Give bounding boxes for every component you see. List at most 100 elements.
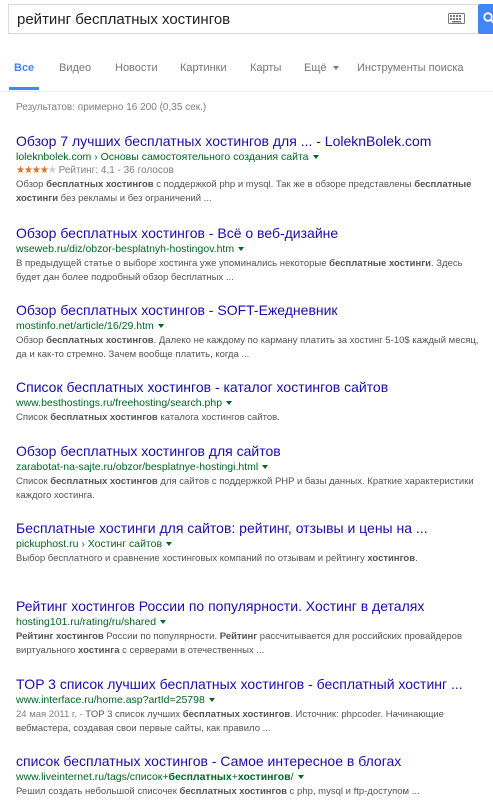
result-title[interactable]: список бесплатных хостингов - Самое инте…	[16, 753, 486, 770]
snippet-text: .	[415, 553, 418, 564]
result-title[interactable]: Обзор бесплатных хостингов для сайтов	[16, 443, 486, 460]
search-result: Бесплатные хостинги для сайтов: рейтинг,…	[16, 520, 486, 566]
snippet-text: Решил создать небольшой списочек	[16, 786, 180, 797]
result-url-text: loleknbolek.com › Основы самостоятельног…	[16, 151, 309, 163]
snippet-text: с серверами в отечественных ...	[119, 645, 265, 656]
search-result: список бесплатных хостингов - Самое инте…	[16, 753, 486, 799]
result-url-text: www.interface.ru/home.asp?artId=25798	[16, 694, 205, 706]
result-title[interactable]: Список бесплатных хостингов - каталог хо…	[16, 379, 486, 396]
snippet-text: В предыдущей статье о выборе хостинга уж…	[16, 258, 330, 269]
result-rating: ★★★★★ Рейтинг: 4,1 - 36 голосов	[16, 164, 486, 177]
search-result: Рейтинг хостингов России по популярности…	[16, 598, 486, 658]
result-url: zarabotat-na-sajte.ru/obzor/besplatnye-h…	[16, 461, 486, 474]
snippet-text: с поддержкой php и mysql. Так же в обзор…	[153, 179, 415, 190]
tab-more[interactable]: Ещё	[304, 62, 339, 74]
search-button[interactable]	[478, 4, 493, 34]
highlighted-term: бесплатных	[168, 771, 232, 783]
chevron-down-icon[interactable]	[238, 247, 245, 252]
result-snippet: Список бесплатных хостингов каталога хос…	[16, 411, 486, 425]
result-title[interactable]: Обзор 7 лучших бесплатных хостингов для …	[16, 133, 486, 150]
highlighted-term: бесплатных хостингов	[50, 476, 158, 487]
snippet-text: Список	[16, 412, 51, 423]
highlighted-term: хостингов	[367, 553, 416, 564]
result-snippet: Обзор бесплатных хостингов с поддержкой …	[16, 178, 486, 206]
result-snippet: В предыдущей статье о выборе хостинга уж…	[16, 257, 486, 285]
chevron-down-icon[interactable]	[208, 698, 215, 703]
snippet-text: без рекламы и без ограничений ...	[58, 193, 212, 204]
search-result: Обзор 7 лучших бесплатных хостингов для …	[16, 133, 486, 206]
result-url-text: zarabotat-na-sajte.ru/obzor/besplatnye-h…	[16, 461, 259, 473]
tab-all[interactable]: Все	[14, 62, 34, 74]
tab-video[interactable]: Видео	[59, 62, 91, 74]
search-result: Обзор бесплатных хостингов для сайтов za…	[16, 443, 486, 503]
rating-stars: ★★★★★	[16, 165, 57, 176]
tab-news[interactable]: Новости	[115, 62, 158, 74]
result-url: pickuphost.ru › Хостинг сайтов	[16, 538, 486, 551]
chevron-down-icon[interactable]	[160, 620, 167, 625]
result-url: hosting101.ru/rating/ru/shared	[16, 616, 486, 629]
result-snippet: 24 мая 2011 г. - TOP 3 список лучших бес…	[16, 708, 486, 736]
result-url-text: mostinfo.net/article/16/29.htm	[16, 320, 154, 332]
search-result: Список бесплатных хостингов - каталог хо…	[16, 379, 486, 425]
result-url: loleknbolek.com › Основы самостоятельног…	[16, 151, 486, 164]
highlighted-term: хостингов	[237, 771, 291, 783]
snippet-text: России по популярности.	[103, 631, 220, 642]
result-url: www.liveinternet.ru/tags/список+бесплатн…	[16, 771, 486, 784]
keyboard-icon[interactable]	[448, 11, 465, 29]
result-date: 24 мая 2011 г. -	[16, 709, 86, 720]
result-stats: Результатов: примерно 16 200 (0,35 сек.)	[16, 102, 207, 113]
search-tabs: Все Видео Новости Картинки Карты Ещё Инс…	[0, 45, 493, 92]
result-url-text: www.besthostings.ru/freehosting/search.p…	[16, 397, 223, 409]
result-snippet: Список бесплатных хостингов для сайтов с…	[16, 475, 486, 503]
result-url-text: wseweb.ru/diz/obzor-besplatnyh-hostingov…	[16, 243, 235, 255]
search-result: Обзор бесплатных хостингов - Всё о веб-д…	[16, 225, 486, 285]
tab-search-tools[interactable]: Инструменты поиска	[357, 62, 464, 74]
snippet-text: Список	[16, 476, 51, 487]
result-snippet: Решил создать небольшой списочек бесплат…	[16, 785, 486, 799]
result-snippet: Обзор бесплатных хостингов. Далеко не ка…	[16, 334, 486, 362]
result-title[interactable]: Рейтинг хостингов России по популярности…	[16, 598, 486, 615]
snippet-text: с php, mysql и ftp-доступом ...	[287, 786, 420, 797]
chevron-down-icon[interactable]	[226, 401, 233, 406]
chevron-down-icon[interactable]	[312, 155, 319, 160]
search-bar: рейтинг бесплатных хостингов	[0, 0, 493, 40]
snippet-text: www.liveinternet.ru/tags/список+	[16, 771, 169, 783]
tab-maps[interactable]: Карты	[250, 62, 281, 74]
search-icon	[483, 12, 493, 24]
highlighted-term: Рейтинг хостингов	[16, 631, 104, 642]
rating-text: Рейтинг: 4,1 - 36 голосов	[58, 165, 174, 176]
active-tab-indicator	[9, 87, 39, 90]
result-url: www.besthostings.ru/freehosting/search.p…	[16, 397, 486, 410]
result-title[interactable]: TOP 3 список лучших бесплатных хостингов…	[16, 676, 486, 693]
result-title[interactable]: Обзор бесплатных хостингов - Всё о веб-д…	[16, 225, 486, 242]
highlighted-term: бесплатных хостингов	[46, 335, 154, 346]
snippet-text: /	[290, 771, 294, 783]
result-snippet: Выбор бесплатного и сравнение хостинговы…	[16, 552, 486, 566]
snippet-text: Выбор бесплатного и сравнение хостинговы…	[16, 553, 368, 564]
tab-images[interactable]: Картинки	[180, 62, 227, 74]
search-result: Обзор бесплатных хостингов - SOFT-Ежедне…	[16, 302, 486, 362]
highlighted-term: бесплатные хостинги	[329, 258, 431, 269]
result-url-text: hosting101.ru/rating/ru/shared	[16, 616, 157, 628]
search-result: TOP 3 список лучших бесплатных хостингов…	[16, 676, 486, 736]
result-url: mostinfo.net/article/16/29.htm	[16, 320, 486, 333]
search-input[interactable]: рейтинг бесплатных хостингов	[8, 4, 478, 34]
highlighted-term: бесплатных хостингов	[46, 179, 154, 190]
result-title[interactable]: Обзор бесплатных хостингов - SOFT-Ежедне…	[16, 302, 486, 319]
result-url-text: pickuphost.ru › Хостинг сайтов	[16, 538, 163, 550]
tab-more-label: Ещё	[304, 62, 327, 74]
search-query[interactable]: рейтинг бесплатных хостингов	[17, 11, 230, 28]
chevron-down-icon[interactable]	[157, 324, 164, 329]
result-url: wseweb.ru/diz/obzor-besplatnyh-hostingov…	[16, 243, 486, 256]
result-url: www.interface.ru/home.asp?artId=25798	[16, 694, 486, 707]
chevron-down-icon	[332, 66, 339, 71]
snippet-text: Обзор	[16, 335, 47, 346]
chevron-down-icon[interactable]	[262, 465, 269, 470]
highlighted-term: Рейтинг	[219, 631, 258, 642]
highlighted-term: бесплатных хостингов	[179, 786, 288, 797]
highlighted-term: хостинга	[78, 645, 120, 656]
chevron-down-icon[interactable]	[166, 542, 173, 547]
result-snippet: Рейтинг хостингов России по популярности…	[16, 630, 486, 658]
result-title[interactable]: Бесплатные хостинги для сайтов: рейтинг,…	[16, 520, 486, 537]
chevron-down-icon[interactable]	[297, 775, 304, 780]
